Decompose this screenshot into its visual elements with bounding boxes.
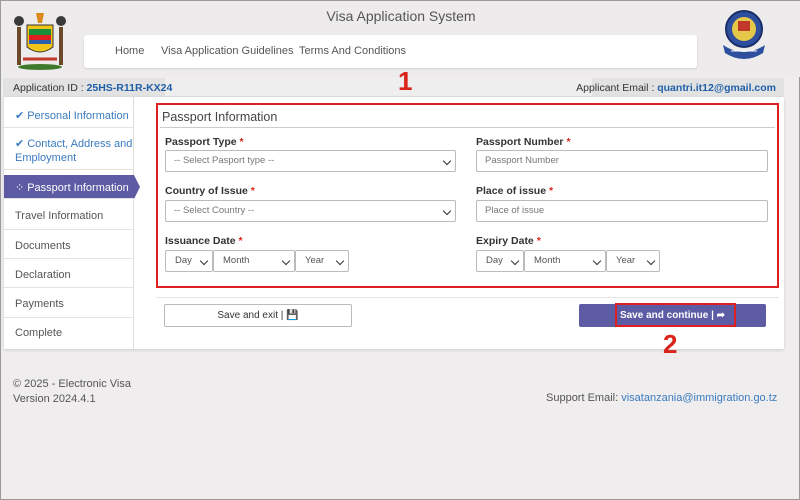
step-sidebar: ✔ Personal Information ✔ Contact, Address … [4, 97, 140, 349]
chevron-down-icon [646, 256, 656, 266]
footer-support: Support Email: visatanzania@immigration.… [546, 392, 778, 404]
sidebar-item-contact-address[interactable]: ✔ Contact, Address and Employment [4, 128, 134, 170]
chevron-down-icon [592, 256, 602, 266]
passport-number-label: Passport Number * [476, 136, 571, 148]
place-of-issue-label: Place of issue * [476, 185, 554, 197]
country-of-issue-select[interactable]: -- Select Country -- [165, 200, 456, 222]
expiry-day-select[interactable]: Day [476, 250, 524, 272]
chevron-down-icon [335, 256, 345, 266]
application-id: Application ID : 25HS-R11R-KX24 [13, 82, 173, 94]
expiry-year-select[interactable]: Year [606, 250, 660, 272]
issuance-month-select[interactable]: Month [213, 250, 295, 272]
nav-terms[interactable]: Terms And Conditions [299, 45, 406, 57]
chevron-down-icon [442, 156, 452, 166]
chevron-down-icon [199, 256, 209, 266]
save-and-exit-button[interactable]: Save and exit | 💾 [164, 304, 352, 327]
place-of-issue-input[interactable]: Place of issue [476, 200, 768, 222]
check-icon: ✔ [15, 110, 25, 122]
support-email-link[interactable]: visatanzania@immigration.go.tz [621, 392, 777, 404]
issuance-date-label: Issuance Date * [165, 235, 243, 247]
sidebar-item-declaration[interactable]: Declaration [4, 260, 134, 288]
chevron-down-icon [442, 206, 452, 216]
nav-home[interactable]: Home [115, 45, 144, 57]
annotation-1: 1 [398, 66, 413, 96]
sidebar-item-payments[interactable]: Payments [4, 289, 134, 318]
spinner-icon: ⁘ [15, 182, 25, 194]
country-of-issue-label: Country of Issue * [165, 185, 255, 197]
issuance-year-select[interactable]: Year [295, 250, 349, 272]
chevron-down-icon [281, 256, 291, 266]
expiry-date-label: Expiry Date * [476, 235, 541, 247]
panel-title: Passport Information [162, 110, 278, 124]
footer-copyright: © 2025 - Electronic Visa Version 2024.4.… [13, 378, 131, 405]
chevron-down-icon [510, 256, 520, 266]
sidebar-item-personal-information[interactable]: ✔ Personal Information [4, 101, 134, 128]
save-icon: 💾 [286, 310, 299, 321]
sidebar-item-travel-information[interactable]: Travel Information [4, 202, 134, 230]
active-step-arrow [134, 175, 140, 199]
sidebar-item-complete[interactable]: Complete [4, 318, 134, 347]
check-icon: ✔ [15, 138, 25, 150]
applicant-email: Applicant Email : quantri.it12@gmail.com [576, 82, 776, 94]
annotation-2: 2 [663, 329, 678, 359]
nav-visa-guidelines[interactable]: Visa Application Guidelines [161, 45, 294, 57]
issuance-day-select[interactable]: Day [165, 250, 213, 272]
sidebar-item-documents[interactable]: Documents [4, 231, 134, 259]
application-info-bar: Application ID : 25HS-R11R-KX24 Applican… [3, 78, 784, 97]
passport-information-panel: Passport Information Passport Type * -- … [156, 103, 779, 288]
passport-type-select[interactable]: -- Select Pasport type -- [165, 150, 456, 172]
app-title: Visa Application System [326, 8, 476, 24]
sidebar-item-passport-information[interactable]: ⁘ Passport Information [4, 175, 134, 199]
expiry-month-select[interactable]: Month [524, 250, 606, 272]
continue-highlight-box [615, 303, 736, 327]
passport-type-label: Passport Type * [165, 136, 244, 148]
immigration-emblem-logo [717, 7, 771, 67]
top-nav: Home Visa Application Guidelines Terms A… [84, 35, 697, 68]
passport-number-input[interactable]: Passport Number [476, 150, 768, 172]
